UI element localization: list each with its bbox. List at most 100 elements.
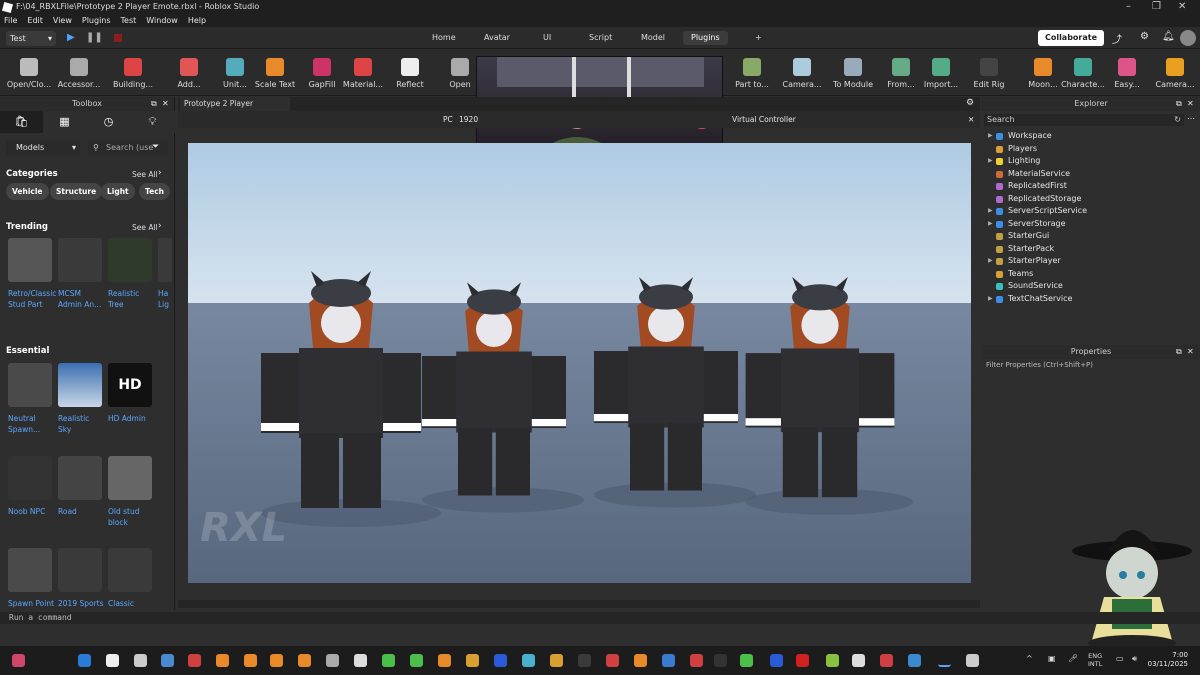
asset-noob-npc[interactable]: Noob NPC	[8, 456, 54, 517]
add-tab-icon[interactable]: +	[747, 31, 770, 45]
mode-select[interactable]: Test ▾	[6, 31, 56, 46]
taskbar-app-icon[interactable]	[606, 654, 619, 667]
avatar[interactable]	[1180, 30, 1196, 46]
categories-see-all[interactable]: See All	[132, 170, 158, 179]
menu-plugins[interactable]: Plugins	[82, 16, 111, 25]
horizontal-scrollbar[interactable]	[178, 600, 980, 608]
inventory-tab-icon[interactable]: ▦	[43, 111, 86, 133]
asset-old-stud-block[interactable]: Old stud block	[108, 456, 154, 528]
asset-2019-sports[interactable]: 2019 Sports	[58, 548, 104, 609]
chip-vehicle[interactable]: Vehicle	[6, 183, 49, 200]
asset-partial[interactable]: Ha Lig	[158, 238, 172, 310]
asset-classic[interactable]: Classic	[108, 548, 154, 609]
taskbar-app-icon[interactable]	[690, 654, 703, 667]
taskbar-app-icon[interactable]	[270, 654, 283, 667]
explorer-search-input[interactable]: Search ↻	[984, 114, 1184, 126]
asset-realistic-tree[interactable]: Realistic Tree	[108, 238, 154, 310]
command-bar-input[interactable]: Run a command	[0, 612, 1200, 624]
tool-button[interactable]: To Module	[830, 54, 876, 94]
device-label[interactable]: PC	[443, 111, 453, 128]
expand-arrow-icon[interactable]: ▶	[988, 220, 993, 227]
explorer-item[interactable]: Workspace	[1008, 131, 1052, 140]
taskbar-app-icon[interactable]	[522, 654, 535, 667]
chip-tech[interactable]: Tech	[139, 183, 170, 200]
asset-hd-admin[interactable]: HD HD Admin	[108, 363, 154, 424]
taskbar-app-icon[interactable]	[78, 654, 91, 667]
explorer-item[interactable]: ServerStorage	[1008, 219, 1066, 228]
chevron-up-icon[interactable]: ^	[1026, 654, 1033, 663]
maximize-icon[interactable]: ❐	[1152, 0, 1161, 14]
tool-button[interactable]: Material...	[340, 54, 386, 94]
asset-realistic-sky[interactable]: Realistic Sky	[58, 363, 104, 435]
taskbar-app-icon[interactable]	[326, 654, 339, 667]
viewport-settings-icon[interactable]: ⚙	[966, 98, 974, 108]
explorer-item[interactable]: StarterPack	[1008, 244, 1054, 253]
float-panel-icon[interactable]: ⧉	[1176, 347, 1182, 357]
tool-button[interactable]: Camera...	[779, 54, 825, 94]
taskbar-app-icon[interactable]	[354, 654, 367, 667]
tool-button[interactable]: Accessor...	[56, 54, 102, 94]
taskbar-app-icon[interactable]	[880, 654, 893, 667]
taskbar-app-icon[interactable]	[770, 654, 783, 667]
tab-plugins[interactable]: Plugins	[683, 31, 728, 45]
tab-home[interactable]: Home	[424, 31, 464, 45]
taskbar-app-icon[interactable]	[382, 654, 395, 667]
taskbar-app-icon[interactable]	[550, 654, 563, 667]
settings-icon[interactable]: ⚙	[1140, 31, 1149, 42]
resolution-label[interactable]: 1920	[459, 111, 478, 128]
asset-spawn-point[interactable]: Spawn Point	[8, 548, 54, 609]
filter-icon[interactable]: ⏷	[152, 142, 159, 152]
asset-road[interactable]: Road	[58, 456, 104, 517]
chip-light[interactable]: Light	[101, 183, 135, 200]
taskbar-app-icon[interactable]	[938, 654, 951, 667]
menu-window[interactable]: Window	[146, 16, 178, 25]
marketplace-tab-icon[interactable]: 🛍︎	[0, 111, 43, 133]
taskbar-app-icon[interactable]	[634, 654, 647, 667]
taskbar-app-icon[interactable]	[161, 654, 174, 667]
collaborate-button[interactable]: Collaborate	[1038, 30, 1104, 46]
virtual-controller-label[interactable]: Virtual Controller	[732, 111, 796, 128]
pause-icon[interactable]: ❚❚	[86, 32, 103, 43]
tool-button[interactable]: Add...	[166, 54, 212, 94]
taskbar-app-icon[interactable]	[134, 654, 147, 667]
taskbar-app-icon[interactable]	[578, 654, 591, 667]
tab-avatar[interactable]: Avatar	[476, 31, 518, 45]
taskbar-app-icon[interactable]	[826, 654, 839, 667]
stop-icon[interactable]	[114, 34, 122, 42]
taskbar-app-icon[interactable]	[494, 654, 507, 667]
taskbar-app-icon[interactable]	[216, 654, 229, 667]
volume-icon[interactable]: 🔊︎	[1132, 654, 1137, 664]
taskbar-app-icon[interactable]	[298, 654, 311, 667]
menu-test[interactable]: Test	[121, 16, 137, 25]
tab-script[interactable]: Script	[581, 31, 620, 45]
chevron-right-icon[interactable]: ›	[158, 221, 162, 231]
recent-tab-icon[interactable]: ◷	[87, 111, 130, 133]
creations-tab-icon[interactable]: 💡︎	[131, 111, 174, 133]
menu-file[interactable]: File	[4, 16, 17, 25]
explorer-item[interactable]: TextChatService	[1008, 294, 1072, 303]
tool-button[interactable]: Scale Text	[252, 54, 298, 94]
taskbar-app-icon[interactable]	[662, 654, 675, 667]
models-dropdown[interactable]: Models ▾	[6, 140, 80, 156]
taskbar-app-icon[interactable]	[740, 654, 753, 667]
display-icon[interactable]: ▭	[1116, 654, 1124, 663]
close-panel-icon[interactable]: ✕	[162, 99, 169, 108]
expand-arrow-icon[interactable]: ▶	[988, 295, 993, 302]
language-indicator[interactable]: ENG INTL	[1088, 652, 1102, 668]
tab-model[interactable]: Model	[633, 31, 673, 45]
explorer-item[interactable]: StarterPlayer	[1008, 256, 1061, 265]
document-tab[interactable]: Prototype 2 Player Emote.rbxl✕	[180, 97, 290, 122]
tool-button[interactable]: Building...	[110, 54, 156, 94]
float-panel-icon[interactable]: ⧉	[151, 99, 157, 109]
more-icon[interactable]: ⋯	[1187, 114, 1195, 123]
tool-button[interactable]: Easy...	[1104, 54, 1150, 94]
3d-viewport[interactable]	[188, 143, 971, 583]
taskbar-app-icon[interactable]	[466, 654, 479, 667]
explorer-item[interactable]: ReplicatedFirst	[1008, 181, 1067, 190]
close-panel-icon[interactable]: ✕	[1187, 347, 1194, 356]
tool-button[interactable]: GapFill	[299, 54, 345, 94]
taskbar-app-icon[interactable]	[106, 654, 119, 667]
tab-ui[interactable]: UI	[535, 31, 559, 45]
taskbar-app-icon[interactable]	[438, 654, 451, 667]
taskbar-app-icon[interactable]	[188, 654, 201, 667]
